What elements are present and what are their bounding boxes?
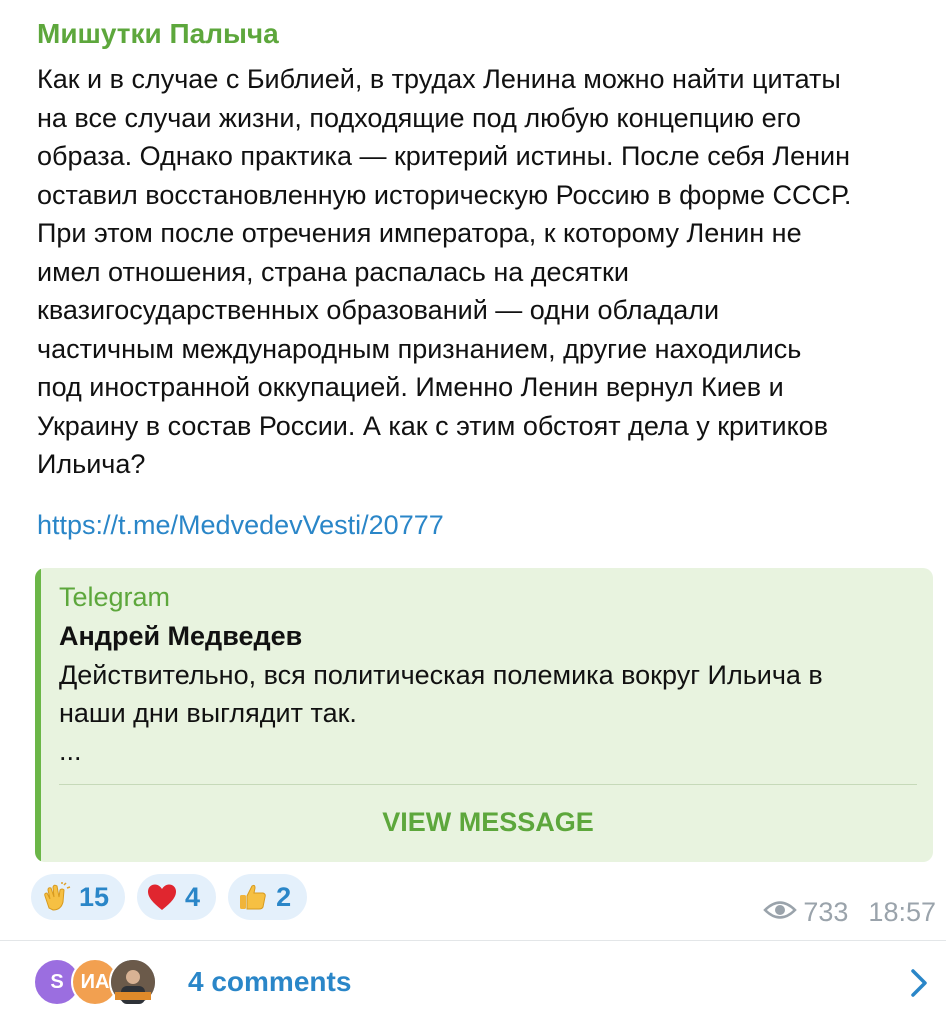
clapping-hands-icon <box>41 882 71 912</box>
message-bubble: Мишутки Палыча Как и в случае с Библией,… <box>0 0 946 1028</box>
preview-title: Андрей Медведев <box>59 621 303 651</box>
comments-button[interactable]: S ИА 4 comments <box>0 941 946 1028</box>
views-counter: 733 <box>763 897 848 928</box>
preview-accent-bar <box>35 568 41 862</box>
reaction-heart[interactable]: 4 <box>137 874 217 920</box>
reactions-bar: 15 4 2 <box>31 874 308 922</box>
post-link[interactable]: https://t.me/MedvedevVesti/20777 <box>37 510 444 541</box>
reaction-clap[interactable]: 15 <box>31 874 126 920</box>
preview-divider <box>59 784 917 785</box>
preview-site-name: Telegram <box>59 582 171 612</box>
message-text: Как и в случае с Библией, в трудах Ленин… <box>37 64 852 479</box>
reaction-count: 15 <box>79 881 110 912</box>
preview-description: Действительно, вся политическая полемика… <box>59 660 823 766</box>
view-message-button[interactable]: VIEW MESSAGE <box>59 794 917 850</box>
comments-label: 4 comments <box>188 966 352 997</box>
reaction-thumbs-up[interactable]: 2 <box>228 874 308 920</box>
thumbs-up-icon <box>238 882 268 912</box>
views-count: 733 <box>803 897 849 927</box>
link-preview[interactable]: Telegram Андрей Медведев Действительно, … <box>35 568 933 862</box>
message-meta: 733 18:57 <box>763 897 936 928</box>
message-time: 18:57 <box>868 897 936 927</box>
commenter-avatars: S ИА <box>33 958 173 1008</box>
reaction-count: 4 <box>185 881 201 912</box>
channel-name[interactable]: Мишутки Палыча <box>37 18 279 50</box>
reaction-count: 2 <box>276 881 292 912</box>
eye-icon <box>763 897 798 928</box>
red-heart-icon <box>147 882 177 912</box>
chevron-right-icon <box>910 968 928 1003</box>
avatar <box>109 958 157 1006</box>
